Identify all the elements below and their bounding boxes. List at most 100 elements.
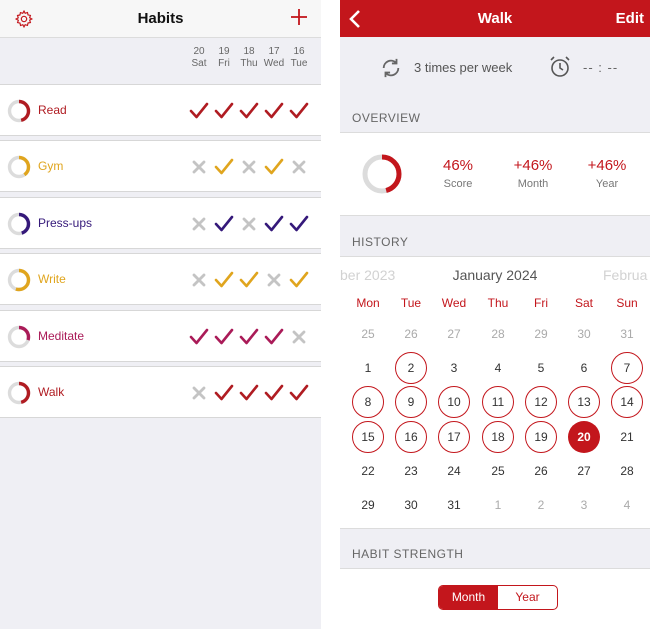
day-number: 17 <box>268 46 280 57</box>
calendar-day[interactable]: 24 <box>438 455 470 487</box>
check-icon[interactable] <box>189 327 209 347</box>
calendar-day[interactable]: 2 <box>395 352 427 384</box>
calendar-day[interactable]: 31 <box>438 489 470 521</box>
check-icon[interactable] <box>239 270 259 290</box>
habit-row[interactable]: Read <box>0 84 321 136</box>
check-icon[interactable] <box>214 214 234 234</box>
check-icon[interactable] <box>239 383 259 403</box>
check-icon[interactable] <box>264 327 284 347</box>
habit-row[interactable]: Press-ups <box>0 197 321 249</box>
calendar-day[interactable]: 31 <box>611 318 643 350</box>
app-screenshot: Habits 20 Sat 19 Fri 18 Thu 17 Wed 16 Tue Read Gym… <box>0 0 650 629</box>
calendar-day[interactable]: 6 <box>568 352 600 384</box>
calendar-day[interactable]: 28 <box>482 318 514 350</box>
calendar-day[interactable]: 1 <box>482 489 514 521</box>
calendar-day[interactable]: 16 <box>395 421 427 453</box>
calendar-day[interactable]: 13 <box>568 386 600 418</box>
reminder-time[interactable]: -- : -- <box>583 60 618 75</box>
stat-value: +46% <box>513 157 553 174</box>
habit-row[interactable]: Walk <box>0 366 321 418</box>
calendar-day[interactable]: 4 <box>482 352 514 384</box>
calendar-day[interactable]: 12 <box>525 386 557 418</box>
calendar-day-today[interactable]: 20 <box>568 421 600 453</box>
calendar-day[interactable]: 25 <box>482 455 514 487</box>
cross-icon[interactable] <box>289 327 309 347</box>
check-icon[interactable] <box>214 270 234 290</box>
cross-icon[interactable] <box>289 157 309 177</box>
habit-row[interactable]: Gym <box>0 140 321 192</box>
cross-icon[interactable] <box>239 214 259 234</box>
calendar-day[interactable]: 8 <box>352 386 384 418</box>
alarm-clock-icon[interactable] <box>548 55 572 79</box>
calendar-day[interactable]: 18 <box>482 421 514 453</box>
plus-icon[interactable] <box>289 7 309 27</box>
check-icon[interactable] <box>264 157 284 177</box>
check-icon[interactable] <box>189 101 209 121</box>
calendar-day[interactable]: 27 <box>568 455 600 487</box>
calendar-day[interactable]: 26 <box>395 318 427 350</box>
calendar-day[interactable]: 30 <box>395 489 427 521</box>
check-icon[interactable] <box>214 383 234 403</box>
habit-score-ring <box>7 212 31 236</box>
calendar-day[interactable]: 15 <box>352 421 384 453</box>
calendar-day[interactable]: 10 <box>438 386 470 418</box>
day-weekday: Wed <box>263 58 285 69</box>
check-icon[interactable] <box>289 214 309 234</box>
calendar-day[interactable]: 9 <box>395 386 427 418</box>
edit-button[interactable]: Edit <box>616 10 644 27</box>
check-icon[interactable] <box>239 327 259 347</box>
calendar-day[interactable]: 3 <box>568 489 600 521</box>
check-icon[interactable] <box>289 101 309 121</box>
calendar-day[interactable]: 29 <box>352 489 384 521</box>
calendar-day[interactable]: 19 <box>525 421 557 453</box>
calendar-day[interactable]: 29 <box>525 318 557 350</box>
calendar-day[interactable]: 5 <box>525 352 557 384</box>
check-icon[interactable] <box>214 101 234 121</box>
habit-row[interactable]: Meditate <box>0 310 321 362</box>
check-icon[interactable] <box>289 383 309 403</box>
check-icon[interactable] <box>264 101 284 121</box>
check-icon[interactable] <box>264 214 284 234</box>
calendar-day[interactable]: 3 <box>438 352 470 384</box>
calendar-day[interactable]: 2 <box>525 489 557 521</box>
calendar-day[interactable]: 1 <box>352 352 384 384</box>
overview-stat-month: +46% Month <box>503 157 563 190</box>
cross-icon[interactable] <box>264 270 284 290</box>
overview-stat-score: 46% Score <box>428 157 488 190</box>
check-icon[interactable] <box>214 327 234 347</box>
calendar-day[interactable]: 11 <box>482 386 514 418</box>
month-carousel[interactable]: ber 2023 January 2024 Februa <box>340 267 650 287</box>
calendar-day[interactable]: 27 <box>438 318 470 350</box>
calendar-day[interactable]: 28 <box>611 455 643 487</box>
day-column-thu: 18 Thu <box>236 46 262 70</box>
calendar-day[interactable]: 30 <box>568 318 600 350</box>
period-option-month[interactable]: Month <box>439 586 498 609</box>
calendar-day[interactable]: 25 <box>352 318 384 350</box>
calendar-day[interactable]: 14 <box>611 386 643 418</box>
calendar-day[interactable]: 17 <box>438 421 470 453</box>
cross-icon[interactable] <box>189 270 209 290</box>
check-icon[interactable] <box>289 270 309 290</box>
cross-icon[interactable] <box>189 383 209 403</box>
calendar-day[interactable]: 22 <box>352 455 384 487</box>
calendar-day[interactable]: 26 <box>525 455 557 487</box>
cross-icon[interactable] <box>189 214 209 234</box>
calendar-day[interactable]: 21 <box>611 421 643 453</box>
calendar-day[interactable]: 4 <box>611 489 643 521</box>
calendar-day[interactable]: 7 <box>611 352 643 384</box>
habit-score-ring <box>7 325 31 349</box>
cross-icon[interactable] <box>239 157 259 177</box>
habit-score-ring <box>7 268 31 292</box>
check-icon[interactable] <box>239 101 259 121</box>
calendar-day[interactable]: 23 <box>395 455 427 487</box>
frequency-text[interactable]: 3 times per week <box>414 60 512 75</box>
cross-icon[interactable] <box>189 157 209 177</box>
check-icon[interactable] <box>264 383 284 403</box>
stat-label: Year <box>595 178 619 190</box>
next-month-label[interactable]: Februa <box>603 267 647 283</box>
period-option-year[interactable]: Year <box>498 586 557 609</box>
habit-row[interactable]: Write <box>0 253 321 305</box>
day-column-wed: 17 Wed <box>261 46 287 70</box>
day-weekday: Thu <box>240 58 258 69</box>
check-icon[interactable] <box>214 157 234 177</box>
